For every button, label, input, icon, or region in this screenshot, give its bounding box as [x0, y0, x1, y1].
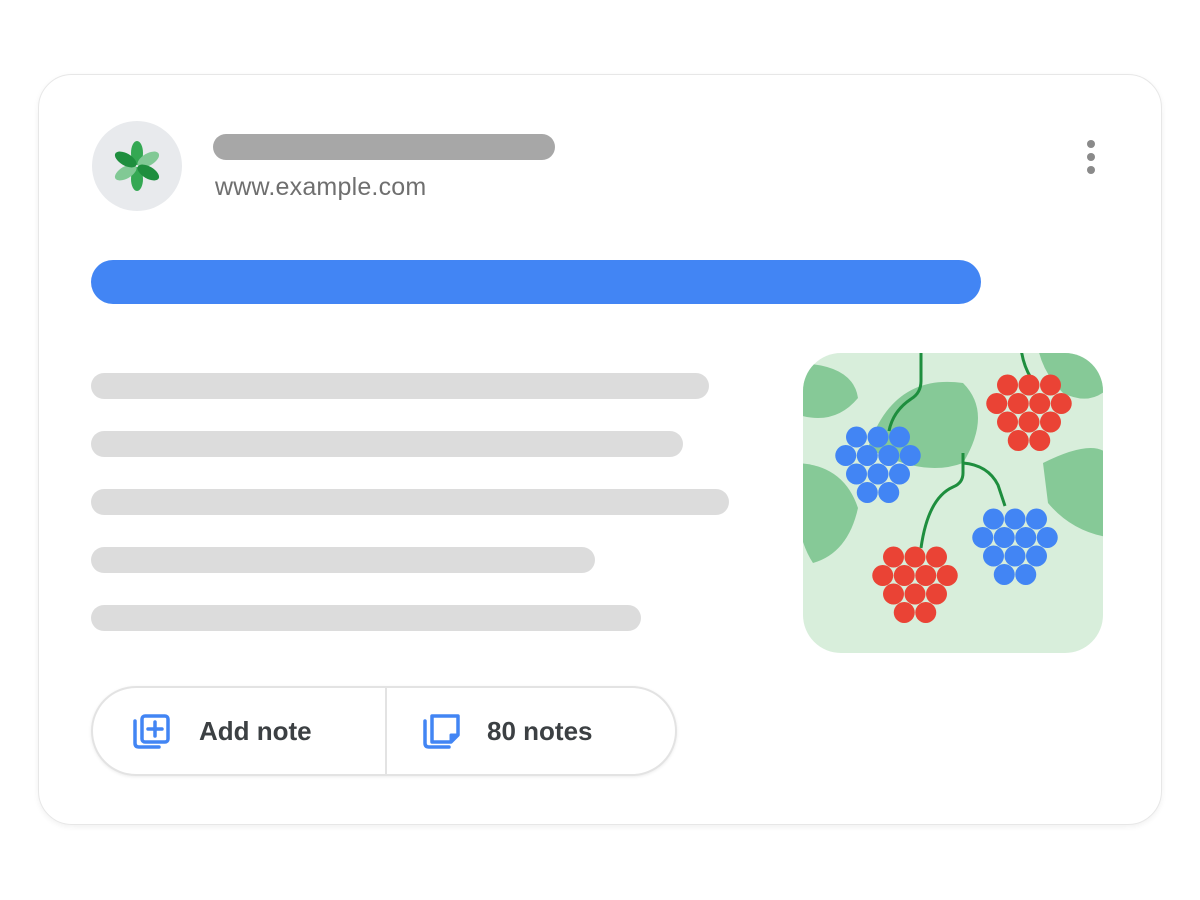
snippet-line — [91, 431, 683, 457]
berry — [835, 445, 857, 466]
berry — [986, 393, 1008, 414]
berry — [872, 565, 894, 586]
berry — [983, 508, 1004, 530]
leaf-flower-icon — [114, 141, 160, 191]
berries-illustration — [803, 353, 1103, 653]
berry — [1004, 508, 1026, 530]
berry — [1007, 393, 1029, 414]
berry — [878, 482, 900, 503]
notes-count-label: 80 notes — [487, 716, 593, 746]
berry — [856, 445, 878, 466]
berry — [997, 374, 1018, 396]
berry — [904, 546, 926, 568]
notes-pill: Add note 80 notes — [91, 686, 677, 776]
berry — [1026, 508, 1047, 530]
site-favicon — [92, 121, 182, 211]
view-notes-button[interactable]: 80 notes — [387, 688, 677, 774]
berry — [1040, 374, 1061, 396]
berry — [867, 426, 889, 448]
berry — [1015, 564, 1037, 585]
berry — [1018, 374, 1040, 396]
add-note-icon — [133, 714, 170, 749]
berry — [899, 445, 921, 466]
berry — [1036, 527, 1058, 548]
berry — [926, 583, 947, 605]
more-vert-icon — [1087, 140, 1095, 174]
berry — [1050, 393, 1072, 414]
berry — [1029, 430, 1051, 451]
berry — [893, 565, 915, 586]
berry — [846, 426, 867, 448]
berry — [893, 602, 915, 623]
berry — [1004, 545, 1026, 567]
add-note-button[interactable]: Add note — [93, 688, 385, 774]
berry — [904, 583, 926, 605]
berry — [936, 565, 958, 586]
search-result-card: www.example.com Add note 80 notes — [38, 74, 1162, 825]
snippet-line — [91, 547, 595, 573]
berry — [972, 527, 994, 548]
berry — [915, 565, 937, 586]
notes-stack-icon — [423, 714, 460, 749]
berry — [1040, 411, 1061, 433]
berry — [1007, 430, 1029, 451]
berry — [846, 463, 867, 485]
berry — [983, 545, 1004, 567]
berry — [993, 564, 1015, 585]
snippet-line — [91, 489, 729, 515]
berry — [1015, 527, 1037, 548]
berry — [1029, 393, 1051, 414]
berry — [867, 463, 889, 485]
site-url[interactable]: www.example.com — [215, 173, 426, 202]
berry — [883, 583, 904, 605]
berry — [915, 602, 937, 623]
berry — [856, 482, 878, 503]
berry — [926, 546, 947, 568]
add-note-label: Add note — [199, 716, 312, 746]
result-headline-placeholder[interactable] — [91, 260, 981, 304]
berry — [883, 546, 904, 568]
more-options-button[interactable] — [1075, 137, 1107, 177]
berry — [889, 426, 910, 448]
berry — [1018, 411, 1040, 433]
berry — [1026, 545, 1047, 567]
berry — [997, 411, 1018, 433]
berry — [993, 527, 1015, 548]
berry — [889, 463, 910, 485]
snippet-line — [91, 373, 709, 399]
result-title-placeholder[interactable] — [213, 134, 555, 160]
snippet-line — [91, 605, 641, 631]
result-thumbnail[interactable] — [803, 353, 1103, 653]
berry — [878, 445, 900, 466]
